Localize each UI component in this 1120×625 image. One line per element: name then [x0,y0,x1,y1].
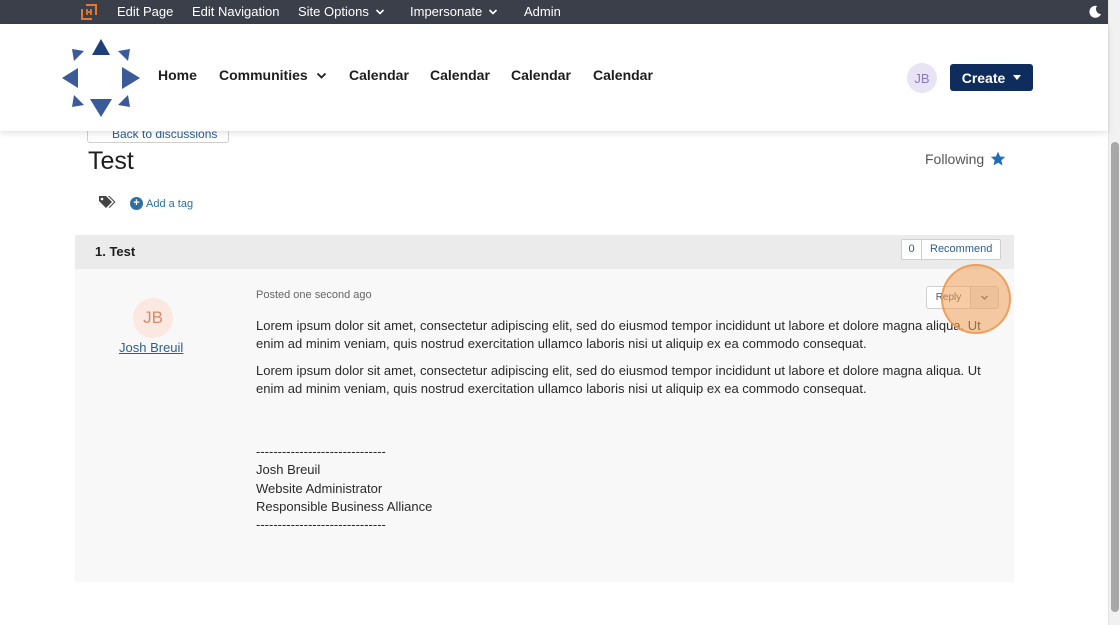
author-name-link[interactable]: Josh Breuil [119,340,183,355]
chevron-down-icon [375,9,384,15]
reply-options-dropdown[interactable] [970,287,998,308]
admin-impersonate-label: Impersonate [410,4,483,19]
admin-edit-navigation[interactable]: Edit Navigation [192,0,279,24]
admin-site-options-label: Site Options [298,4,369,19]
nav-calendar-label: Calendar [511,67,571,83]
reply-button-group: Reply [926,286,999,309]
add-tag-label: Add a tag [146,197,194,210]
signature-divider: ------------------------------ [256,444,386,459]
chevron-down-icon [489,9,498,15]
user-avatar-initials: JB [914,70,930,86]
signature-divider: ------------------------------ [256,517,386,533]
admin-admin[interactable]: Admin [524,0,561,24]
recommend-group: 0 Recommend [901,239,1002,260]
nav-calendar-3[interactable]: Calendar [511,67,571,83]
moon-icon[interactable] [1088,5,1102,19]
post-paragraph: Lorem ipsum dolor sit amet, consectetur … [256,363,981,396]
tags-icon [99,196,116,208]
signature-name: Josh Breuil [256,462,321,478]
post-message: Lorem ipsum dolor sit amet, consectetur … [256,317,986,407]
admin-edit-page-label: Edit Page [117,4,174,19]
following-toggle[interactable]: Following [925,151,1006,167]
post-card: JB Josh Breuil Posted one second ago Rep… [75,269,1014,582]
nav-communities-label: Communities [219,67,308,83]
page-scrollbar[interactable] [1108,0,1120,625]
posted-timestamp: Posted one second ago [256,289,372,301]
signature-org: Responsible Business Alliance [256,498,433,514]
nav-calendar-label: Calendar [593,67,653,83]
reply-button[interactable]: Reply [927,287,970,308]
following-label: Following [925,151,985,167]
page-title: Test [88,147,134,175]
author-avatar[interactable]: JB [133,298,173,338]
scrollbar-thumb[interactable] [1111,142,1119,612]
nav-calendar-1[interactable]: Calendar [349,67,409,83]
nav-calendar-2[interactable]: Calendar [430,67,490,83]
caret-down-icon [1013,75,1022,80]
admin-impersonate[interactable]: Impersonate [410,0,498,24]
recommend-count: 0 [902,240,922,259]
admin-edit-navigation-label: Edit Navigation [192,4,280,19]
signature-role: Website Administrator [256,480,383,496]
nav-communities[interactable]: Communities [219,67,327,83]
chevron-down-icon [981,295,988,300]
star-icon [990,151,1006,166]
author-avatar-initials: JB [143,308,163,327]
add-tag-link[interactable]: + Add a tag [130,197,193,210]
create-button[interactable]: Create [950,64,1033,91]
user-avatar[interactable]: JB [907,63,937,93]
thread-header: 1. Test 0 Recommend [75,235,1014,269]
nav-calendar-label: Calendar [430,67,490,83]
post-signature: ------------------------------ Josh Breu… [256,443,432,534]
plus-circle-icon: + [130,197,143,210]
compass-logo-icon[interactable] [60,37,142,119]
chevron-down-icon [316,72,326,79]
admin-admin-label: Admin [524,4,561,19]
nav-home-label: Home [158,67,197,83]
post-paragraph: Lorem ipsum dolor sit amet, consectetur … [256,318,981,351]
higher-logic-icon[interactable] [80,3,98,21]
admin-edit-page[interactable]: Edit Page [117,0,173,24]
admin-bar: Edit Page Edit Navigation Site Options I… [0,0,1108,24]
recommend-button[interactable]: Recommend [922,240,1000,259]
thread-title: 1. Test [95,244,136,259]
admin-site-options[interactable]: Site Options [298,0,385,24]
nav-calendar-4[interactable]: Calendar [593,67,653,83]
site-header: Home Communities Calendar Calendar Calen… [0,24,1108,131]
nav-home[interactable]: Home [158,67,197,83]
nav-calendar-label: Calendar [349,67,409,83]
create-button-label: Create [961,69,1006,86]
